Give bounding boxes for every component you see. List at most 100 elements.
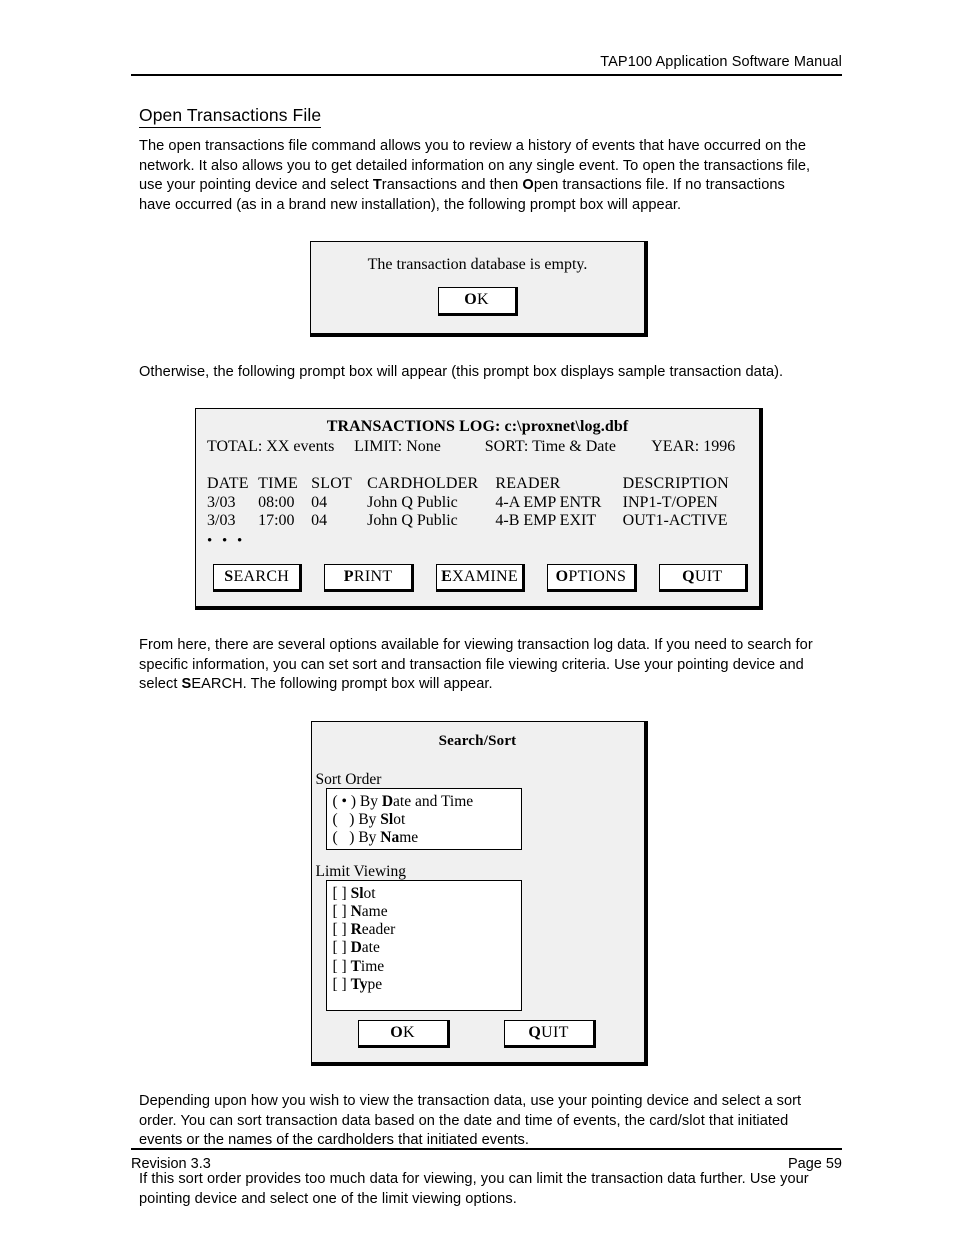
print-button[interactable]: PRINT [324, 563, 414, 593]
checkbox-marker: [ ] [332, 957, 351, 975]
paragraph-intro: The open transactions file command allow… [139, 137, 819, 215]
paragraph-from-here: From here, there are several options ava… [139, 636, 819, 695]
sort-order-label: Sort Order [315, 770, 382, 788]
checkbox-type[interactable]: [ ] Type [333, 976, 521, 994]
checkbox-reader[interactable]: [ ] Reader [333, 921, 521, 939]
table-header-row: DATE TIME SLOT CARDHOLDER READER DESCRIP… [207, 475, 748, 494]
ok-accelerator: O [464, 291, 477, 308]
transactions-log-dialog: TRANSACTIONS LOG: c:\proxnet\log.dbf TOT… [195, 408, 763, 611]
cell-date: 3/03 [207, 512, 236, 530]
checkbox-slot[interactable]: [ ] Slot [333, 885, 521, 903]
checkbox-time[interactable]: [ ] Time [333, 958, 521, 976]
footer-page-number: Page 59 [787, 1156, 842, 1172]
print-label-rest: RINT [353, 567, 393, 585]
empty-dialog-ok-button[interactable]: OK [437, 287, 518, 316]
page-footer: Revision 3.3 Page 59 [131, 1148, 842, 1172]
cell-time: 08:00 [258, 493, 295, 511]
transactions-log-title: TRANSACTIONS LOG: c:\proxnet\log.dbf [326, 418, 629, 436]
transactions-log-button-bar: SEARCH PRINT EXAMINE OPTIONS QUIT [207, 563, 749, 593]
table-row[interactable]: 3/03 17:00 04 John Q Public 4-B EMP EXIT… [207, 512, 748, 531]
radio-label-suffix: ate and Time [393, 792, 474, 810]
page-content: Open Transactions File The open transact… [139, 105, 819, 1209]
column-header-date: DATE [207, 475, 249, 493]
cell-description: INP1-T/OPEN [622, 493, 718, 511]
column-header-time: TIME [258, 475, 299, 493]
footer-row: Revision 3.3 Page 59 [131, 1156, 842, 1172]
radio-by-date-and-time[interactable]: ( • ) By Date and Time [333, 793, 521, 811]
page-header: TAP100 Application Software Manual [131, 54, 842, 76]
radio-marker: ( ) [332, 810, 359, 828]
radio-label-suffix: me [399, 829, 419, 847]
transactions-log-table: DATE TIME SLOT CARDHOLDER READER DESCRIP… [207, 475, 748, 550]
radio-by-slot[interactable]: ( ) By Slot [333, 811, 521, 829]
paragraph-if-this: If this sort order provides too much dat… [139, 1171, 809, 1207]
checkbox-marker: [ ] [332, 884, 351, 902]
radio-accelerator: Na [380, 829, 400, 847]
table-row[interactable]: 3/03 08:00 04 John Q Public 4-A EMP ENTR… [207, 494, 748, 513]
checkbox-accelerator: Sl [350, 884, 364, 902]
radio-accelerator: Sl [380, 810, 394, 828]
search-button[interactable]: SEARCH [213, 563, 303, 593]
radio-label-prefix: By [358, 829, 381, 847]
radio-marker: ( • ) [332, 792, 360, 810]
footer-divider [131, 1148, 842, 1150]
checkbox-accelerator: R [350, 921, 362, 939]
examine-accelerator: E [441, 567, 453, 585]
examine-button[interactable]: EXAMINE [435, 563, 526, 593]
checkbox-accelerator: D [350, 939, 362, 957]
search-sort-ok-button[interactable]: OK [357, 1019, 450, 1049]
accelerator-o: O [522, 177, 534, 193]
column-header-slot: SLOT [311, 475, 352, 493]
search-sort-button-bar: OK QUIT [312, 1019, 644, 1049]
checkbox-accelerator: T [350, 957, 361, 975]
column-header-description: DESCRIPTION [622, 475, 729, 493]
sort-order-group: ( • ) By Date and Time ( ) By Slot ( ) B… [325, 787, 522, 850]
radio-label-prefix: By [358, 810, 381, 828]
summary-limit: LIMIT: None [354, 438, 441, 456]
radio-by-name[interactable]: ( ) By Name [333, 829, 521, 847]
accelerator-s: S [181, 676, 192, 693]
cell-date: 3/03 [207, 493, 236, 511]
search-sort-title: Search/Sort [438, 732, 517, 749]
checkbox-marker: [ ] [332, 902, 351, 920]
radio-label-suffix: ot [393, 810, 406, 828]
checkbox-label-suffix: eader [361, 921, 396, 939]
summary-total: TOTAL: XX events [207, 438, 335, 456]
transactions-log-summary: TOTAL: XX events LIMIT: None SORT: Time … [207, 438, 748, 456]
search-sort-dialog: Search/Sort Sort Order ( • ) By Date and… [310, 720, 648, 1067]
checkbox-name[interactable]: [ ] Name [333, 903, 521, 921]
cell-reader: 4-A EMP ENTR [495, 493, 602, 511]
paragraph-depending: Depending upon how you wish to view the … [139, 1093, 802, 1149]
options-accelerator: O [555, 567, 569, 585]
search-label-rest: EARCH [233, 567, 290, 585]
quit-button[interactable]: QUIT [658, 563, 749, 593]
quit-accelerator: Q [682, 567, 695, 585]
print-accelerator: P [343, 567, 354, 585]
search-sort-quit-button[interactable]: QUIT [503, 1019, 596, 1049]
quit-label-rest: UIT [541, 1023, 569, 1041]
limit-viewing-label: Limit Viewing [315, 862, 407, 880]
column-header-reader: READER [495, 475, 561, 493]
checkbox-date[interactable]: [ ] Date [333, 939, 521, 957]
table-more-rows-ellipsis: • • • [207, 532, 246, 549]
cell-time: 17:00 [258, 512, 295, 530]
options-label-rest: PTIONS [568, 567, 627, 585]
column-header-cardholder: CARDHOLDER [367, 475, 479, 493]
cell-cardholder: John Q Public [367, 512, 458, 530]
radio-label-prefix: By [359, 792, 382, 810]
cell-slot: 04 [311, 512, 328, 530]
cell-reader: 4-B EMP EXIT [495, 512, 597, 530]
paragraph-otherwise: Otherwise, the following prompt box will… [139, 363, 784, 380]
ok-label-rest: K [476, 291, 489, 308]
checkbox-marker: [ ] [332, 939, 351, 957]
page-title: Open Transactions File [139, 105, 322, 128]
header-title: TAP100 Application Software Manual [600, 54, 842, 70]
options-button[interactable]: OPTIONS [547, 563, 637, 593]
summary-sort: SORT: Time & Date [484, 438, 616, 456]
empty-database-message: The transaction database is empty. [367, 256, 588, 273]
checkbox-marker: [ ] [332, 921, 351, 939]
intro-text-2: ransactions and then [381, 177, 523, 193]
